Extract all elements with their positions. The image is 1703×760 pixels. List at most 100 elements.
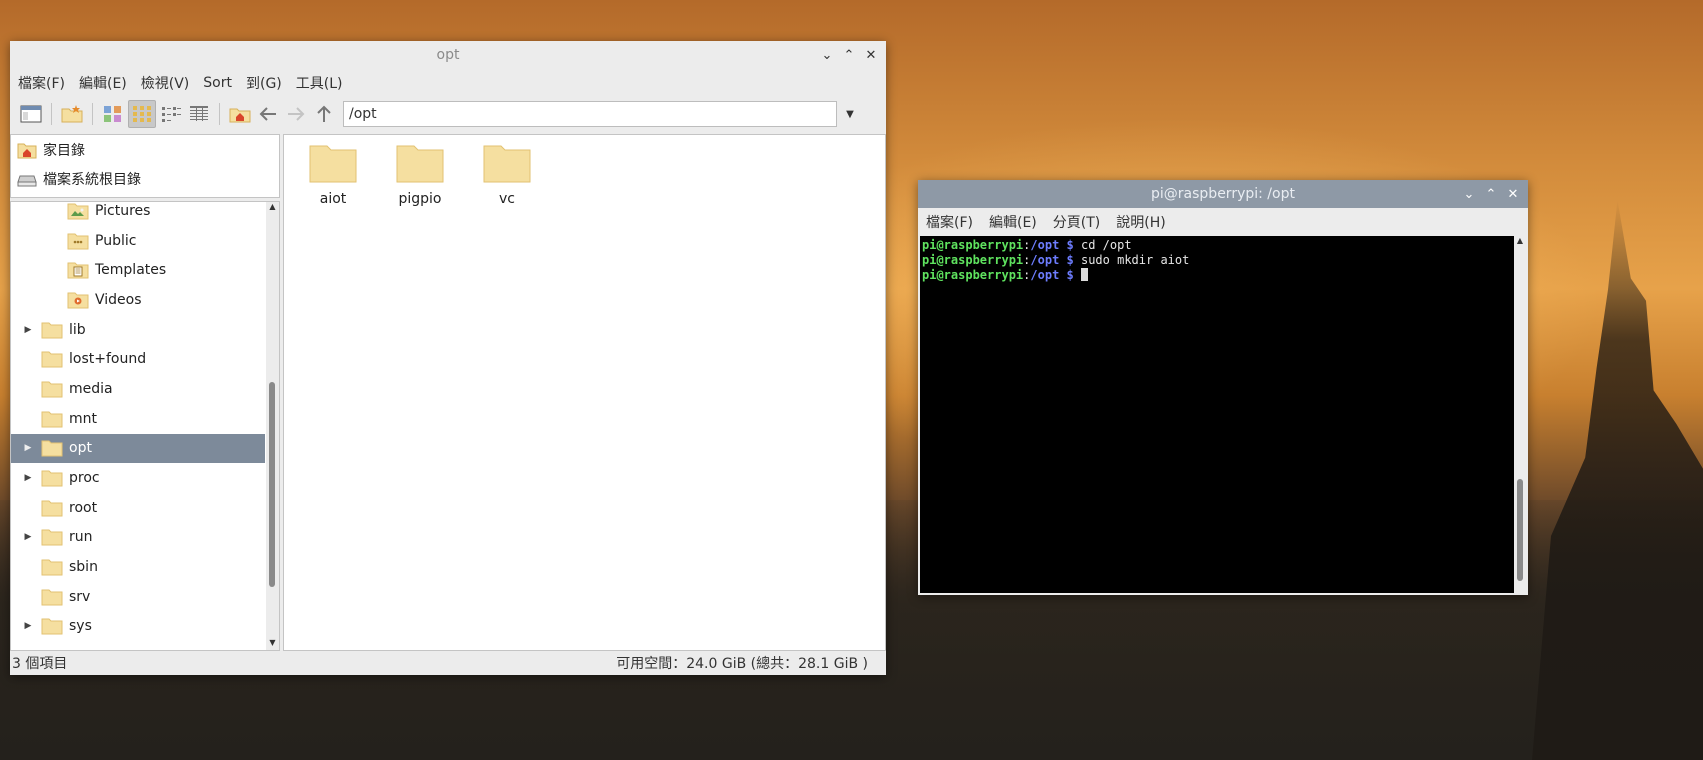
tree-item-pictures[interactable]: Pictures — [11, 202, 265, 226]
terminal-cmd: cd /opt — [1080, 238, 1132, 252]
file-manager-titlebar[interactable]: opt ⌄ ⌃ ✕ — [10, 41, 886, 69]
tree-scrollbar[interactable]: ▲ ▼ — [266, 202, 279, 650]
file-view[interactable]: aiot pigpio vc — [283, 134, 886, 651]
tree-item-label: Public — [95, 232, 137, 249]
folder-icon — [396, 145, 444, 183]
terminal-user: pi@raspberrypi — [922, 238, 1024, 252]
menu-edit[interactable]: 編輯(E) — [79, 73, 127, 93]
tree-item-label: sbin — [69, 559, 98, 576]
tree-scroll-thumb[interactable] — [269, 382, 275, 587]
close-icon[interactable]: ✕ — [1504, 185, 1522, 203]
maximize-icon[interactable]: ⌃ — [840, 46, 858, 64]
view-icons-button[interactable] — [128, 100, 156, 128]
compact-view-icon — [162, 107, 181, 122]
terminal-path: /opt — [1030, 238, 1060, 252]
free-space: 可用空間：24.0 GiB (總共：28.1 GiB ) — [616, 656, 868, 672]
terminal-path: /opt — [1030, 253, 1060, 267]
item-count: 3 個項目 — [12, 656, 68, 672]
tree-item-mnt[interactable]: mnt — [11, 404, 265, 434]
tree-item-sbin[interactable]: sbin — [11, 552, 265, 582]
tree-item-lost-found[interactable]: lost+found — [11, 344, 265, 374]
toolbar-separator — [51, 103, 52, 125]
icon-view-icon — [133, 106, 151, 122]
new-window-icon — [20, 105, 42, 123]
expand-arrow-icon[interactable]: ▶ — [23, 443, 33, 453]
new-window-button[interactable] — [18, 101, 44, 127]
terminal-window: pi@raspberrypi: /opt ⌄ ⌃ ✕ 檔案(F) 編輯(E) 分… — [918, 180, 1528, 595]
home-icon — [17, 143, 37, 158]
window-title: opt — [436, 47, 460, 63]
folder-icon — [41, 381, 63, 398]
terminal-path: /opt — [1030, 268, 1060, 282]
place-home[interactable]: 家目錄 — [11, 135, 279, 164]
terminal-body[interactable]: pi@raspberrypi:/opt $ cd /opt pi@raspberr… — [920, 236, 1526, 593]
scroll-up-icon[interactable]: ▲ — [1514, 236, 1526, 248]
folder-icon — [41, 322, 63, 339]
terminal-prompt: $ — [1059, 253, 1081, 267]
terminal-user: pi@raspberrypi — [922, 268, 1024, 282]
menu-file[interactable]: 檔案(F) — [18, 73, 65, 93]
view-list-button[interactable] — [186, 101, 212, 127]
expand-arrow-icon[interactable]: ▶ — [23, 532, 33, 542]
tree-item-videos[interactable]: Videos — [11, 285, 265, 315]
tree-item-srv[interactable]: srv — [11, 582, 265, 612]
file-name: aiot — [319, 191, 347, 207]
place-root[interactable]: 檔案系統根目錄 — [11, 164, 279, 193]
terminal-scrollbar[interactable]: ▲ — [1514, 236, 1526, 593]
file-item-pigpio[interactable]: pigpio — [385, 143, 455, 207]
close-icon[interactable]: ✕ — [862, 46, 880, 64]
templates-folder-icon — [67, 262, 89, 279]
view-compact-button[interactable] — [158, 101, 184, 127]
tree-item-label: run — [69, 529, 93, 546]
directory-tree[interactable]: Pictures Public Templates Videos ▶ lib lost+fo… — [10, 201, 280, 651]
scroll-down-icon[interactable]: ▼ — [266, 638, 279, 650]
tree-item-root[interactable]: root — [11, 493, 265, 523]
expand-arrow-icon[interactable]: ▶ — [23, 473, 33, 483]
file-item-vc[interactable]: vc — [472, 143, 542, 207]
tree-item-run[interactable]: ▶ run — [11, 523, 265, 553]
terminal-cmd: sudo mkdir aiot — [1080, 253, 1190, 267]
menu-view[interactable]: 檢視(V) — [141, 73, 190, 93]
scroll-up-icon[interactable]: ▲ — [266, 202, 279, 214]
tree-item-label: lib — [69, 321, 86, 338]
expand-arrow-icon[interactable]: ▶ — [23, 325, 33, 335]
tree-item-label: Templates — [95, 262, 167, 279]
arrow-left-icon — [259, 107, 276, 121]
menu-go[interactable]: 到(G) — [246, 73, 282, 93]
tree-item-opt[interactable]: ▶ opt — [11, 433, 265, 464]
path-input[interactable] — [343, 101, 837, 127]
file-item-aiot[interactable]: aiot — [298, 143, 368, 207]
tree-item-templates[interactable]: Templates — [11, 255, 265, 285]
path-dropdown-icon[interactable]: ▼ — [839, 101, 861, 127]
tree-item-media[interactable]: media — [11, 374, 265, 404]
tree-item-public[interactable]: Public — [11, 226, 265, 256]
menu-help[interactable]: 說明(H) — [1116, 212, 1165, 232]
forward-button[interactable] — [283, 101, 309, 127]
menu-file[interactable]: 檔案(F) — [926, 212, 973, 232]
menu-tools[interactable]: 工具(L) — [296, 73, 343, 93]
tree-item-proc[interactable]: ▶ proc — [11, 463, 265, 493]
file-name: vc — [499, 191, 515, 207]
menu-edit[interactable]: 編輯(E) — [989, 212, 1037, 232]
minimize-icon[interactable]: ⌄ — [1460, 185, 1478, 203]
folder-icon — [41, 470, 63, 487]
expand-arrow-icon[interactable]: ▶ — [23, 621, 33, 631]
new-folder-button[interactable] — [59, 101, 85, 127]
minimize-icon[interactable]: ⌄ — [818, 46, 836, 64]
tree-item-lib[interactable]: ▶ lib — [11, 315, 265, 345]
view-thumbnails-button[interactable] — [100, 101, 126, 127]
tree-item-sys[interactable]: ▶ sys — [11, 612, 265, 642]
menu-sort[interactable]: Sort — [203, 75, 232, 91]
terminal-scroll-thumb[interactable] — [1517, 479, 1523, 581]
back-button[interactable] — [255, 101, 281, 127]
terminal-line: pi@raspberrypi:/opt $ sudo mkdir aiot — [922, 253, 1512, 268]
up-button[interactable] — [311, 101, 337, 127]
menu-tabs[interactable]: 分頁(T) — [1053, 212, 1100, 232]
tree-item-label: mnt — [69, 410, 97, 427]
terminal-titlebar[interactable]: pi@raspberrypi: /opt ⌄ ⌃ ✕ — [918, 180, 1528, 208]
maximize-icon[interactable]: ⌃ — [1482, 185, 1500, 203]
home-button[interactable] — [227, 101, 253, 127]
pictures-folder-icon — [67, 203, 89, 220]
folder-icon — [41, 589, 63, 606]
terminal-output[interactable]: pi@raspberrypi:/opt $ cd /opt pi@raspberr… — [922, 238, 1512, 283]
